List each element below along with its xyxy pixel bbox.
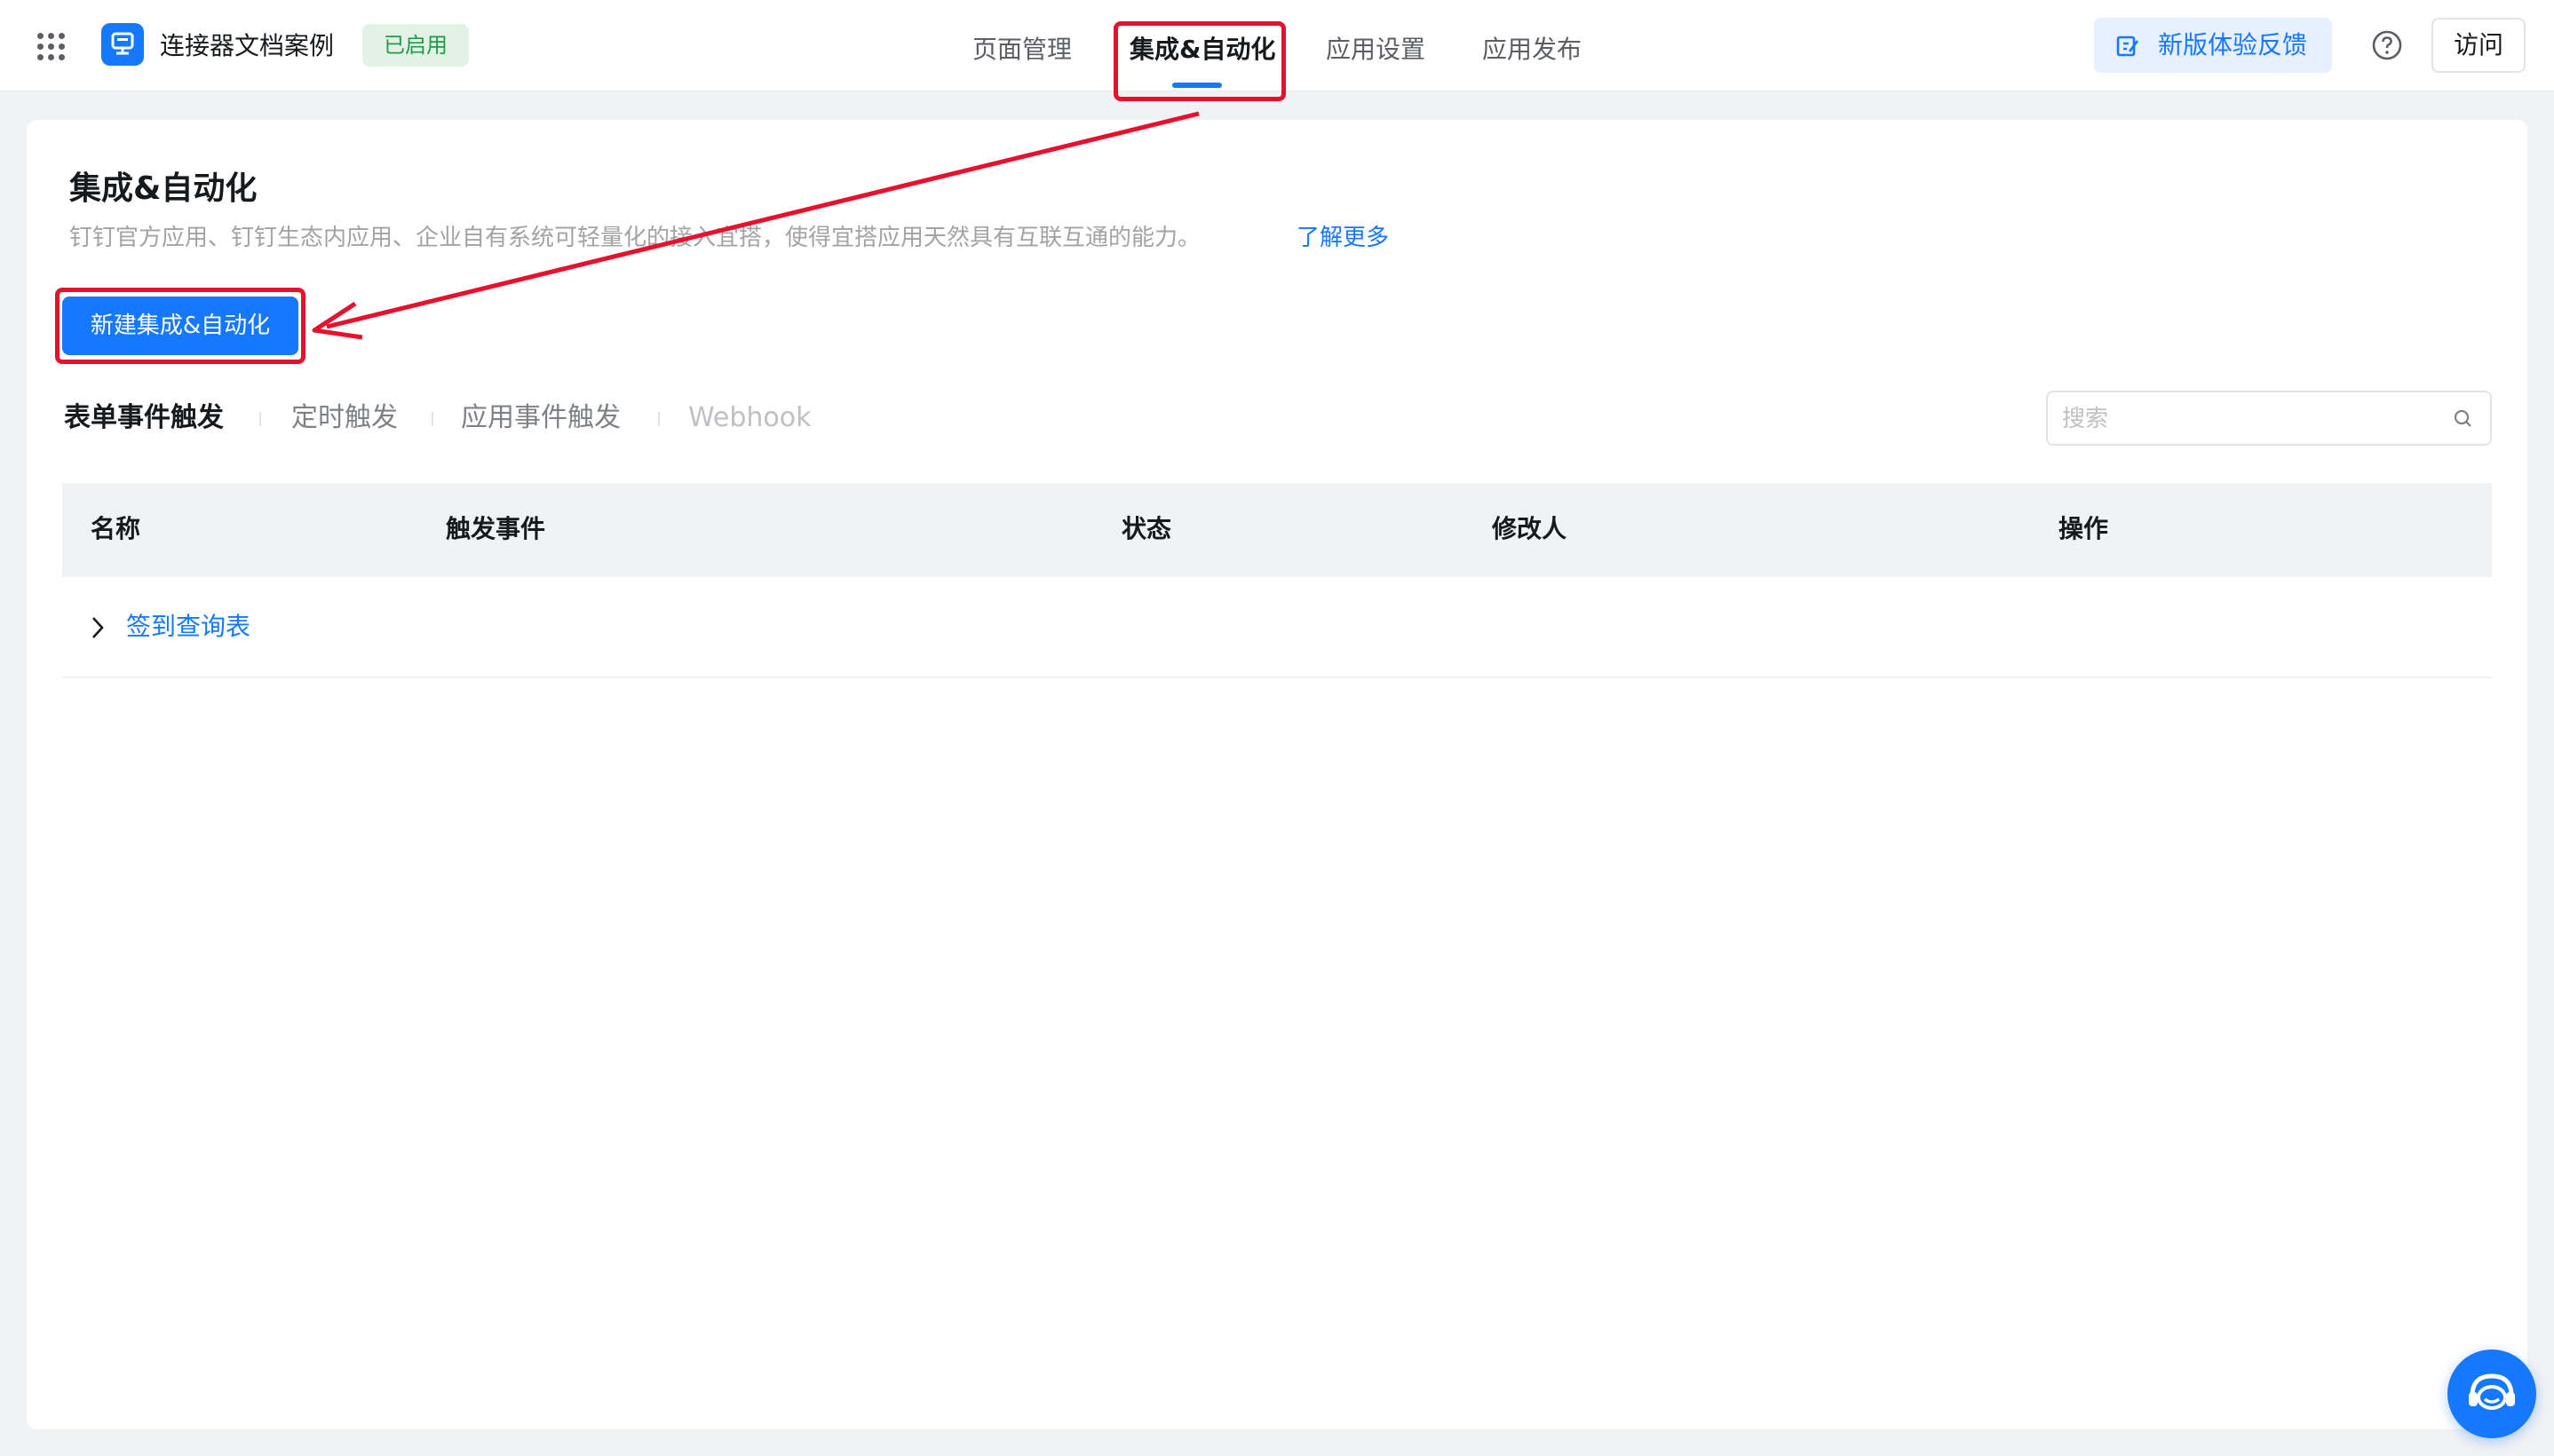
customer-service-icon[interactable] (2447, 1349, 2536, 1438)
annotation-arrow (312, 111, 1200, 340)
